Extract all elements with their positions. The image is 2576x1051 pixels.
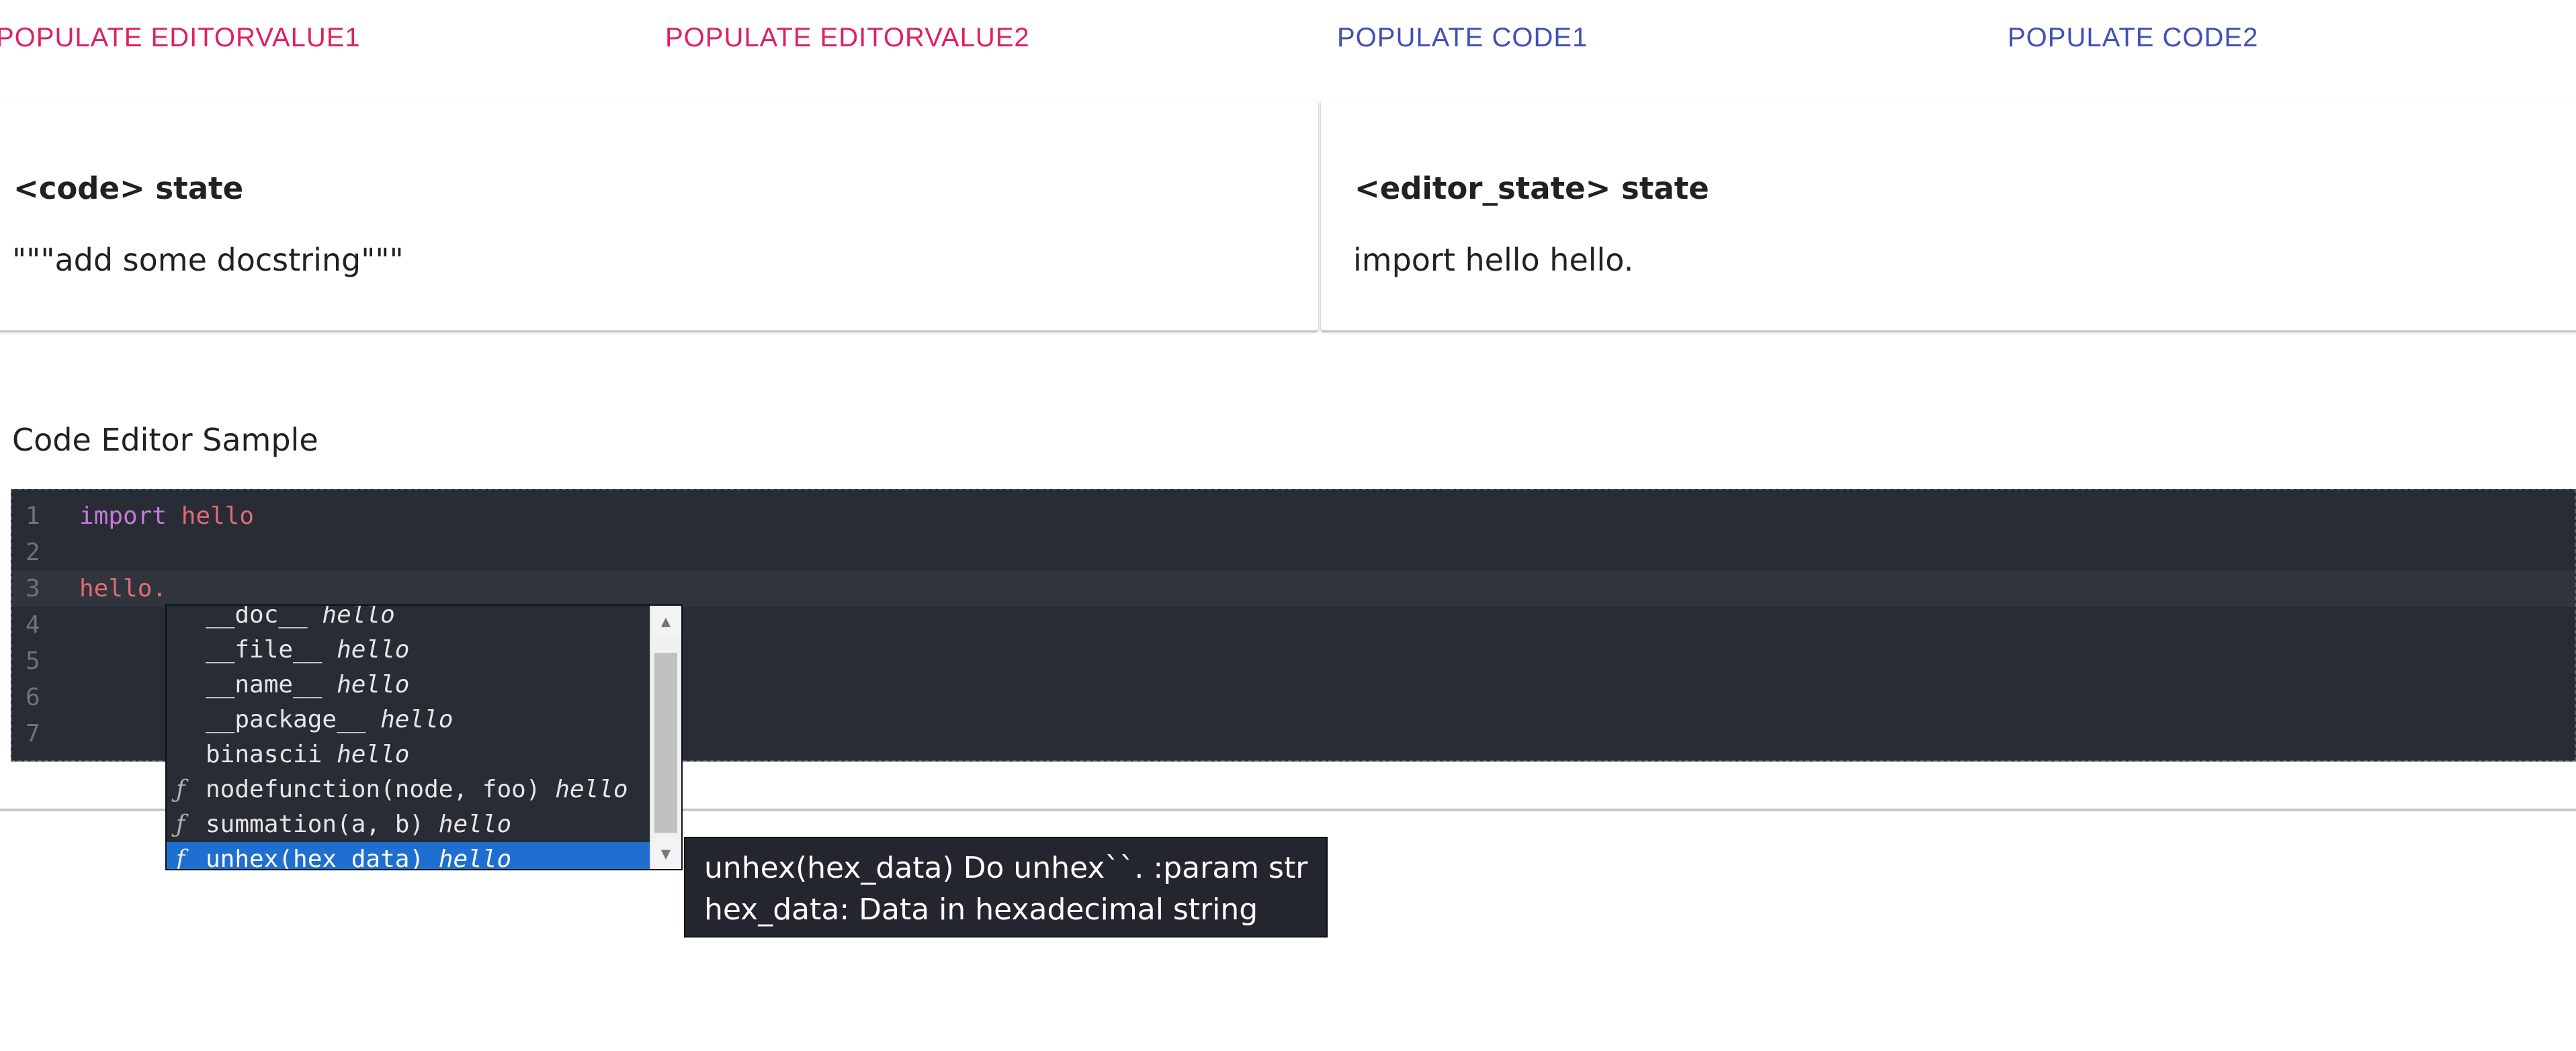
autocomplete-item[interactable]: ƒ nodefunction(node, foo) hello: [167, 772, 652, 807]
code-state-title: <code> state: [13, 171, 244, 206]
editor-state-value: import hello hello.: [1353, 242, 1634, 278]
autocomplete-label: summation(a, b): [206, 811, 425, 838]
autocomplete-item[interactable]: __doc__ hello: [167, 604, 652, 633]
autocomplete-item[interactable]: binascii hello: [167, 737, 652, 772]
line-number: 7: [26, 720, 40, 747]
function-icon: ƒ: [176, 846, 185, 870]
editor-line[interactable]: 2: [12, 535, 2575, 571]
line-number: 5: [26, 647, 40, 675]
autocomplete-item[interactable]: __file__ hello: [167, 633, 652, 668]
populate-code2-button[interactable]: POPULATE CODE2: [2008, 23, 2258, 53]
autocomplete-scrollbar[interactable]: ▲ ▼: [650, 606, 681, 869]
code-identifier: hello.: [79, 575, 167, 602]
code-state-value: """add some docstring""": [12, 242, 404, 278]
autocomplete-label: binascii: [206, 741, 323, 768]
scrollbar-thumb[interactable]: [654, 653, 677, 833]
code-state-card: <code> state """add some docstring""": [0, 99, 1318, 330]
autocomplete-source: hello: [337, 636, 410, 664]
code-keyword: import: [79, 502, 167, 530]
line-number: 6: [26, 684, 40, 711]
editor-line-active[interactable]: 3 hello.: [12, 571, 2575, 607]
autocomplete-source: hello: [438, 846, 512, 870]
autocomplete-source: hello: [322, 604, 395, 629]
autocomplete-item-selected[interactable]: ƒ unhex(hex_data) hello: [167, 842, 652, 870]
scroll-down-arrow-icon[interactable]: ▼: [650, 838, 681, 869]
editor-state-title: <editor_state> state: [1355, 171, 1709, 206]
autocomplete-item[interactable]: __package__ hello: [167, 702, 652, 737]
line-number: 2: [26, 539, 40, 566]
function-icon: ƒ: [176, 776, 185, 803]
autocomplete-source: hello: [337, 671, 410, 698]
autocomplete-item[interactable]: ƒ summation(a, b) hello: [167, 807, 652, 842]
scroll-up-arrow-icon[interactable]: ▲: [650, 606, 681, 637]
tooltip-line: hex_data: Data in hexadecimal string: [704, 893, 1258, 927]
populate-editorvalue2-button[interactable]: POPULATE EDITORVALUE2: [665, 23, 1030, 53]
tooltip-line: unhex(hex_data) Do unhex``. :param str: [704, 851, 1308, 885]
autocomplete-source: hello: [438, 811, 512, 838]
autocomplete-label: __package__: [206, 706, 366, 733]
autocomplete-source: hello: [555, 776, 628, 803]
documentation-tooltip: unhex(hex_data) Do unhex``. :param str h…: [684, 837, 1328, 938]
autocomplete-label: __file__: [206, 636, 323, 664]
function-icon: ƒ: [176, 811, 185, 838]
autocomplete-label: __name__: [206, 671, 323, 698]
code-identifier: hello: [181, 502, 255, 530]
autocomplete-source: hello: [380, 706, 454, 733]
line-number: 3: [26, 575, 40, 602]
line-number: 4: [26, 611, 40, 639]
line-number: 1: [26, 502, 40, 530]
autocomplete-label: unhex(hex_data): [206, 846, 425, 870]
editor-line[interactable]: 1 import hello: [12, 498, 2575, 535]
code-editor-title: Code Editor Sample: [12, 422, 318, 458]
autocomplete-label: nodefunction(node, foo): [206, 776, 541, 803]
editor-state-card: <editor_state> state import hello hello.: [1321, 99, 2576, 330]
populate-code1-button[interactable]: POPULATE CODE1: [1337, 23, 1588, 53]
autocomplete-popup[interactable]: __doc__ hello __file__ hello __name__ he…: [165, 604, 683, 870]
autocomplete-label: __doc__: [206, 604, 308, 629]
populate-editorvalue1-button[interactable]: POPULATE EDITORVALUE1: [0, 23, 361, 53]
autocomplete-source: hello: [337, 741, 410, 768]
autocomplete-item[interactable]: __name__ hello: [167, 668, 652, 702]
